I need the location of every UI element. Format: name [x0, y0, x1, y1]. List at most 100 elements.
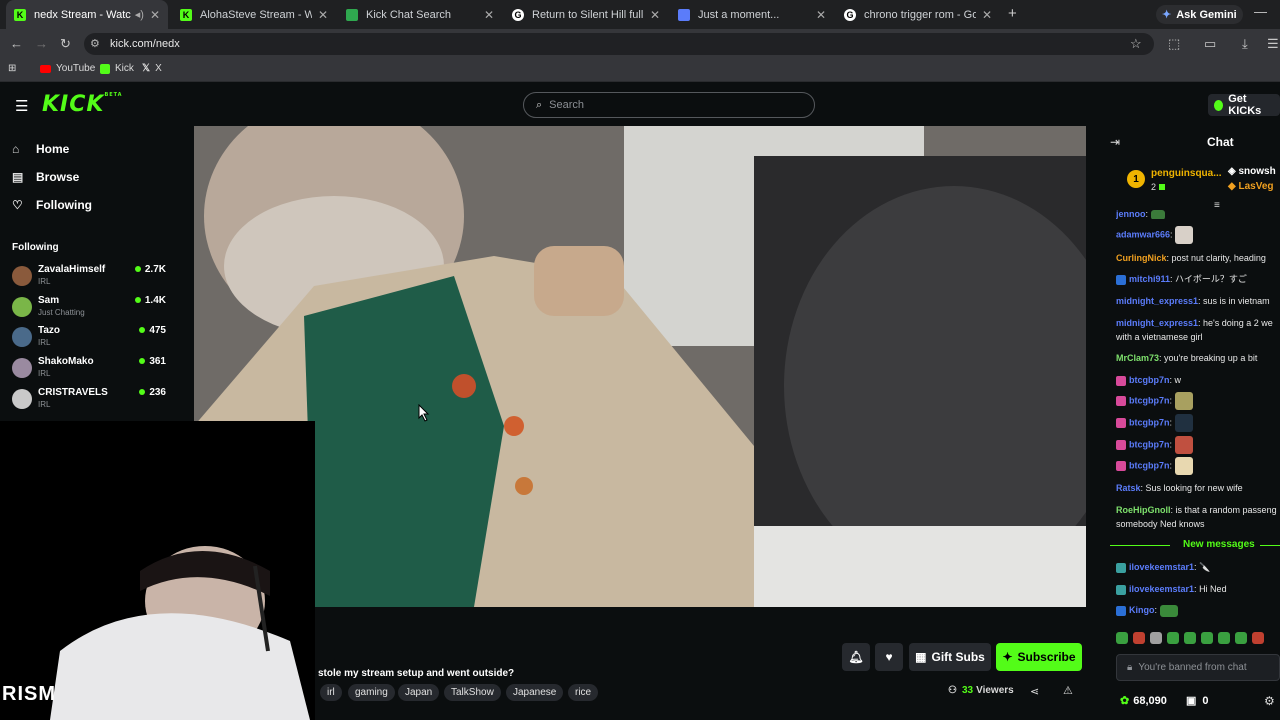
bookmarks-bar	[0, 59, 1280, 82]
url-field[interactable]: ⚙ kick.com/nedx ☆	[84, 33, 1154, 55]
tag[interactable]: gaming	[348, 684, 395, 701]
tab-kick-chat-search[interactable]: Kick Chat Search ✕	[338, 0, 502, 29]
emote-icon[interactable]	[1150, 632, 1162, 644]
tab-just-a-moment[interactable]: Just a moment... ✕	[670, 0, 834, 29]
chat-username[interactable]: ilovekeemstar1	[1129, 562, 1194, 572]
gifts-count-value: 0	[1202, 694, 1209, 707]
chat-text: post nut clarity, heading	[1171, 253, 1266, 263]
gemini-sparkle-icon: ✦	[1162, 9, 1172, 21]
new-tab-button[interactable]: +	[1008, 5, 1017, 22]
chat-input-banned[interactable]: 🔒︎ You're banned from chat	[1116, 654, 1280, 681]
channel-item[interactable]: Tazo IRL 475	[12, 325, 170, 353]
site-info-icon[interactable]: ⚙	[90, 37, 100, 50]
tab-alohasteve[interactable]: K AlohaSteve Stream - Watch Liv ✕	[172, 0, 336, 29]
forward-icon[interactable]: →	[35, 36, 48, 51]
bookmark-kick[interactable]: Kick	[100, 63, 134, 74]
tab-chrono-trigger[interactable]: G chrono trigger rom - Google Se ✕	[836, 0, 1000, 29]
new-messages-divider[interactable]: New messages	[1183, 539, 1255, 550]
emote-icon[interactable]	[1235, 632, 1247, 644]
channel-item[interactable]: CRISTRAVELS IRL 236	[12, 387, 170, 415]
chat-username[interactable]: btcgbp7n	[1129, 395, 1170, 405]
tab-title: Kick Chat Search	[366, 8, 451, 21]
emote-icon[interactable]	[1201, 632, 1213, 644]
share-icon[interactable]: ⋖	[1030, 685, 1039, 698]
channel-category: IRL	[38, 369, 51, 378]
chat-username[interactable]: adamwar666	[1116, 229, 1170, 239]
search-input[interactable]: ⌕ Search	[523, 92, 815, 118]
leaderboard-name[interactable]: penguinsqua...	[1151, 168, 1222, 179]
tag[interactable]: irl	[320, 684, 342, 701]
get-kicks-button[interactable]: Get KICKs	[1208, 93, 1280, 117]
sidepanel-icon[interactable]: ▭	[1204, 36, 1216, 52]
chat-username[interactable]: Kingo	[1129, 605, 1155, 615]
subscribe-button[interactable]: ✦ Subscribe	[996, 643, 1082, 671]
minimize-window-button[interactable]: —	[1254, 4, 1267, 19]
lock-icon: 🔒︎	[1127, 662, 1133, 673]
gifts-count[interactable]: ▣ 0	[1186, 694, 1209, 708]
kicks-balance[interactable]: ✿ 68,090	[1120, 694, 1167, 708]
menu-icon[interactable]: ☰	[1267, 36, 1279, 52]
bookmark-x[interactable]: 𝕏 X	[142, 63, 162, 74]
channel-item[interactable]: ZavalaHimself IRL 2.7K	[12, 264, 170, 292]
collapse-chat-icon[interactable]: ⇥	[1110, 135, 1120, 149]
nav-following[interactable]: ♡ Following	[12, 198, 92, 212]
gift-subs-button[interactable]: ▦ Gift Subs	[909, 643, 991, 671]
channel-item[interactable]: Sam Just Chatting 1.4K	[12, 295, 170, 323]
chat-username[interactable]: midnight_express1	[1116, 296, 1198, 306]
report-icon[interactable]: ⚠	[1063, 684, 1073, 697]
leaderboard-entry-2[interactable]: ◈ snowsh	[1228, 166, 1276, 177]
tab-silent-hill[interactable]: G Return to Silent Hill full movie ✕	[504, 0, 668, 29]
kick-logo[interactable]: KICKBETA	[42, 92, 123, 117]
chat-username[interactable]: RoeHipGnoll	[1116, 505, 1171, 515]
emote-icon[interactable]	[1184, 632, 1196, 644]
close-tab-icon[interactable]: ✕	[484, 8, 494, 22]
chat-username[interactable]: ilovekeemstar1	[1129, 584, 1194, 594]
back-icon[interactable]: ←	[10, 36, 23, 51]
extensions-icon[interactable]: ⬚	[1168, 36, 1180, 52]
emote-icon[interactable]	[1116, 632, 1128, 644]
tag[interactable]: Japanese	[506, 684, 564, 701]
apps-grid-icon[interactable]: ⊞	[8, 63, 16, 74]
download-icon[interactable]: ⤓	[1242, 36, 1248, 52]
channel-item[interactable]: ShakoMako IRL 361	[12, 356, 170, 384]
chat-username[interactable]: midnight_express1	[1116, 318, 1198, 328]
emote-icon[interactable]	[1252, 632, 1264, 644]
chat-username[interactable]: mitchi911	[1129, 274, 1170, 284]
chat-username[interactable]: CurlingNick	[1116, 253, 1167, 263]
speaker-icon[interactable]: ◂)	[135, 8, 144, 21]
chat-text: somebody Ned knows	[1116, 519, 1205, 529]
close-tab-icon[interactable]: ✕	[650, 8, 660, 22]
hamburger-menu-icon[interactable]: ☰	[15, 97, 28, 115]
tab-nedx[interactable]: K nedx Stream - Watch Live o ◂) ✕	[6, 0, 168, 29]
chat-username[interactable]: btcgbp7n	[1129, 417, 1170, 427]
emote-icon[interactable]	[1167, 632, 1179, 644]
close-tab-icon[interactable]: ✕	[318, 8, 328, 22]
chat-username[interactable]: jennoo	[1116, 209, 1146, 219]
follow-heart-button[interactable]: ♥	[875, 643, 903, 671]
bookmark-youtube[interactable]: YouTube	[40, 63, 95, 74]
emote-icon[interactable]	[1133, 632, 1145, 644]
chat-username[interactable]: MrClam73	[1116, 353, 1159, 363]
tag[interactable]: Japan	[398, 684, 440, 701]
gift-badge-icon	[1158, 184, 1165, 190]
chat-username[interactable]: btcgbp7n	[1129, 439, 1170, 449]
nav-browse[interactable]: ▤ Browse	[12, 170, 79, 184]
close-tab-icon[interactable]: ✕	[982, 8, 992, 22]
tag[interactable]: rice	[568, 684, 599, 701]
chat-username[interactable]: btcgbp7n	[1129, 375, 1170, 385]
notification-bell-button[interactable]: 🔔︎	[842, 643, 870, 671]
video-player[interactable]	[194, 126, 1086, 607]
emote-icon[interactable]	[1218, 632, 1230, 644]
chat-username[interactable]: Ratsk	[1116, 483, 1141, 493]
ask-gemini-button[interactable]: ✦ Ask Gemini	[1156, 5, 1243, 24]
close-tab-icon[interactable]: ✕	[816, 8, 826, 22]
bookmark-star-icon[interactable]: ☆	[1130, 36, 1142, 52]
close-tab-icon[interactable]: ✕	[150, 8, 160, 22]
tag[interactable]: TalkShow	[444, 684, 501, 701]
reload-icon[interactable]: ↻	[60, 36, 71, 52]
nav-home[interactable]: ⌂ Home	[12, 142, 69, 156]
google-favicon-icon: G	[512, 8, 524, 21]
chat-settings-gear-icon[interactable]: ⚙	[1264, 694, 1275, 708]
chat-badge-icon	[1116, 605, 1126, 616]
chat-username[interactable]: btcgbp7n	[1129, 460, 1170, 470]
